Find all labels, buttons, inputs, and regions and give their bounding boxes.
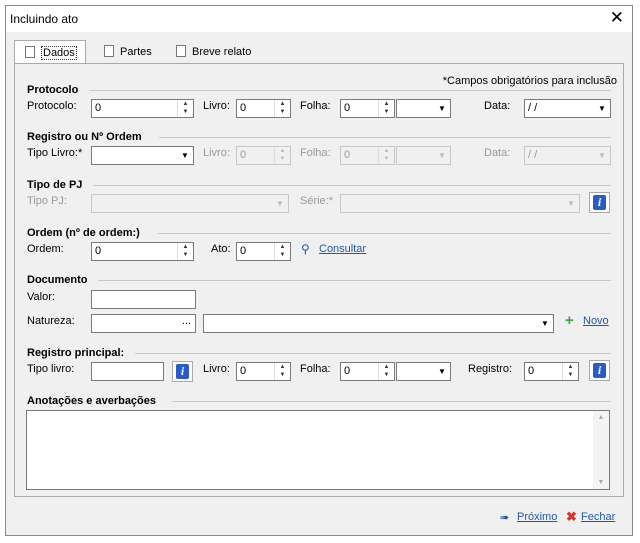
ordem-field[interactable]: 0 ▲ ▼ bbox=[91, 242, 194, 261]
anotacoes-textarea[interactable]: ▲ ▼ bbox=[26, 410, 610, 490]
info-icon[interactable]: i bbox=[172, 361, 193, 382]
tipo-livro-label: Tipo Livro:* bbox=[27, 147, 83, 159]
tipo-pj-label: Tipo PJ: bbox=[27, 195, 67, 207]
fechar-button[interactable]: Fechar bbox=[581, 511, 615, 523]
reg-folha-suffix-select[interactable]: ▼ bbox=[396, 146, 451, 165]
data-field[interactable]: / / ▼ bbox=[524, 99, 611, 118]
natureza-label: Natureza: bbox=[27, 315, 75, 327]
tab-partes[interactable]: Partes bbox=[104, 40, 152, 64]
livro-label: Livro: bbox=[203, 100, 230, 112]
info-icon[interactable]: i bbox=[589, 360, 610, 381]
add-icon[interactable]: + bbox=[565, 312, 574, 329]
window-title: Incluindo ato bbox=[10, 12, 79, 26]
next-button[interactable]: Próximo bbox=[517, 511, 557, 523]
required-note: *Campos obrigatórios para inclusão bbox=[442, 75, 617, 87]
ordem-label: Ordem: bbox=[27, 243, 64, 255]
principal-registro-field[interactable]: 0 ▲ ▼ bbox=[524, 362, 579, 381]
document-icon bbox=[176, 45, 186, 57]
principal-folha-suffix-select[interactable]: ▼ bbox=[396, 362, 451, 381]
novo-link[interactable]: Novo bbox=[583, 315, 609, 327]
document-icon bbox=[104, 45, 114, 57]
valor-field[interactable] bbox=[91, 290, 196, 309]
section-documento: Documento bbox=[27, 274, 88, 286]
protocolo-label: Protocolo: bbox=[27, 100, 77, 112]
title-bar: Incluindo ato ✕ bbox=[6, 6, 632, 32]
folha-label: Folha: bbox=[300, 100, 331, 112]
section-registro: Registro ou Nº Ordem bbox=[27, 131, 142, 143]
valor-label: Valor: bbox=[27, 291, 55, 303]
search-icon[interactable]: ⚲ bbox=[301, 242, 310, 256]
reg-folha-field[interactable]: 0 ▲ ▼ bbox=[340, 146, 395, 165]
consultar-link[interactable]: Consultar bbox=[319, 243, 366, 255]
reg-folha-label: Folha: bbox=[300, 147, 331, 159]
scrollbar[interactable]: ▲ ▼ bbox=[593, 411, 609, 489]
natureza-field[interactable]: ... bbox=[91, 314, 196, 333]
browse-button[interactable]: ... bbox=[182, 315, 191, 330]
document-icon bbox=[25, 46, 35, 58]
data-label: Data: bbox=[484, 100, 511, 112]
natureza-select[interactable]: ▼ bbox=[203, 314, 554, 333]
section-anotacoes: Anotações e averbações bbox=[27, 395, 157, 407]
tab-panel-dados: *Campos obrigatórios para inclusão Proto… bbox=[14, 63, 624, 497]
info-icon[interactable]: i bbox=[589, 192, 610, 213]
section-registro-principal: Registro principal: bbox=[27, 347, 125, 359]
principal-folha-field[interactable]: 0 ▲ ▼ bbox=[340, 362, 395, 381]
folha-field[interactable]: 0 ▲ ▼ bbox=[340, 99, 395, 118]
tab-breve-relato[interactable]: Breve relato bbox=[176, 40, 251, 64]
reg-data-field[interactable]: / / ▼ bbox=[524, 146, 611, 165]
section-tipo-pj: Tipo de PJ bbox=[27, 179, 83, 191]
tipo-pj-select[interactable]: ▼ bbox=[91, 194, 289, 213]
reg-data-label: Data: bbox=[484, 147, 511, 159]
principal-registro-label: Registro: bbox=[468, 363, 513, 375]
tipo-livro-select[interactable]: ▼ bbox=[91, 146, 194, 165]
ato-field[interactable]: 0 ▲ ▼ bbox=[236, 242, 291, 261]
folha-suffix-select[interactable]: ▼ bbox=[396, 99, 451, 118]
principal-tipo-label: Tipo livro: bbox=[27, 363, 75, 375]
principal-livro-field[interactable]: 0 ▲ ▼ bbox=[236, 362, 291, 381]
principal-folha-label: Folha: bbox=[300, 363, 331, 375]
principal-tipo-field[interactable] bbox=[91, 362, 164, 381]
arrow-right-icon: ➠ bbox=[500, 512, 510, 524]
section-ordem: Ordem (nº de ordem:) bbox=[27, 227, 140, 239]
section-protocolo: Protocolo bbox=[27, 84, 79, 96]
dialog-window: Incluindo ato ✕ Dados Partes Breve relat… bbox=[5, 5, 633, 536]
principal-livro-label: Livro: bbox=[203, 363, 230, 375]
reg-livro-field[interactable]: 0 ▲ ▼ bbox=[236, 146, 291, 165]
close-icon[interactable]: ✕ bbox=[610, 8, 624, 28]
livro-field[interactable]: 0 ▲ ▼ bbox=[236, 99, 291, 118]
serie-label: Série:* bbox=[300, 195, 334, 207]
close-x-icon: ✖ bbox=[566, 509, 577, 524]
protocolo-field[interactable]: 0 ▲ ▼ bbox=[91, 99, 194, 118]
serie-select[interactable]: ▼ bbox=[340, 194, 580, 213]
ato-label: Ato: bbox=[211, 243, 231, 255]
reg-livro-label: Livro: bbox=[203, 147, 230, 159]
